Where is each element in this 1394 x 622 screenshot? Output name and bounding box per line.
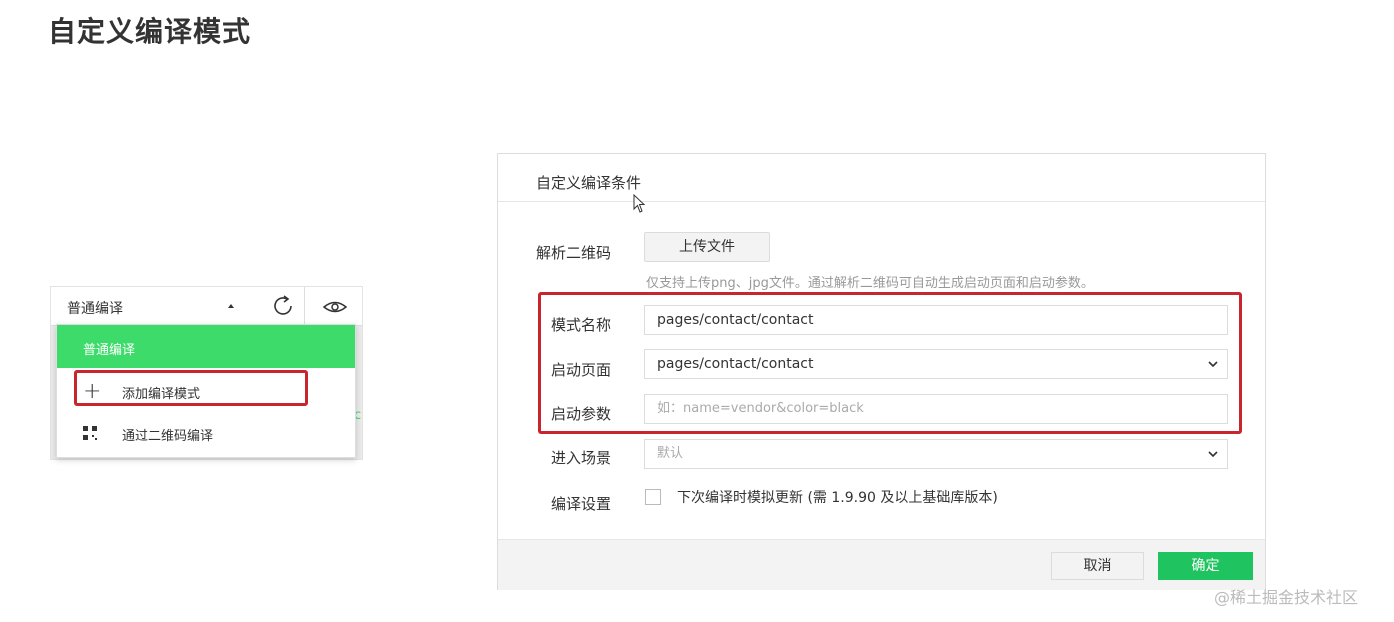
confirm-button[interactable]: 确定 xyxy=(1158,552,1253,580)
scene-label: 进入场景 xyxy=(551,449,612,467)
qr-field-label: 解析二维码 xyxy=(536,244,612,262)
mouse-cursor-icon xyxy=(633,194,646,213)
scene-select[interactable]: 默认 xyxy=(644,439,1228,469)
qr-code-icon xyxy=(83,426,97,440)
chevron-down-icon xyxy=(1208,451,1218,458)
cancel-button[interactable]: 取消 xyxy=(1051,552,1144,580)
scene-value: 默认 xyxy=(657,446,684,461)
menu-item-label: 普通编译 xyxy=(83,343,136,358)
dialog-footer: 取消 确定 xyxy=(498,539,1265,590)
highlight-box-mode-fields xyxy=(538,292,1242,434)
page-title: 自定义编译模式 xyxy=(48,15,252,48)
qr-help-text: 仅支持上传png、jpg文件。通过解析二维码可自动生成启动页面和启动参数。 xyxy=(646,276,1094,291)
menu-item-label: 通过二维码编译 xyxy=(122,429,214,444)
compile-mode-label: 普通编译 xyxy=(67,301,123,317)
dialog-header: 自定义编译条件 xyxy=(498,154,1265,202)
dialog-title: 自定义编译条件 xyxy=(536,174,642,192)
upload-file-button[interactable]: 上传文件 xyxy=(644,232,770,262)
watermark: @稀土掘金技术社区 xyxy=(1214,588,1359,607)
toolbar-row: 普通编译 xyxy=(51,287,362,326)
preview-button[interactable] xyxy=(307,287,362,325)
menu-item-normal-compile[interactable]: 普通编译 xyxy=(57,325,355,368)
refresh-icon xyxy=(274,295,292,315)
caret-up-icon xyxy=(228,304,234,308)
simulate-update-label: 下次编译时模拟更新 (需 1.9.90 及以上基础库版本) xyxy=(677,490,998,506)
refresh-button[interactable] xyxy=(263,287,305,325)
menu-item-qr-compile[interactable]: 通过二维码编译 xyxy=(57,413,355,455)
highlight-box-add-mode xyxy=(74,370,308,406)
eye-icon xyxy=(322,301,348,313)
simulate-update-checkbox[interactable] xyxy=(645,489,661,505)
compile-settings-label: 编译设置 xyxy=(551,495,612,513)
